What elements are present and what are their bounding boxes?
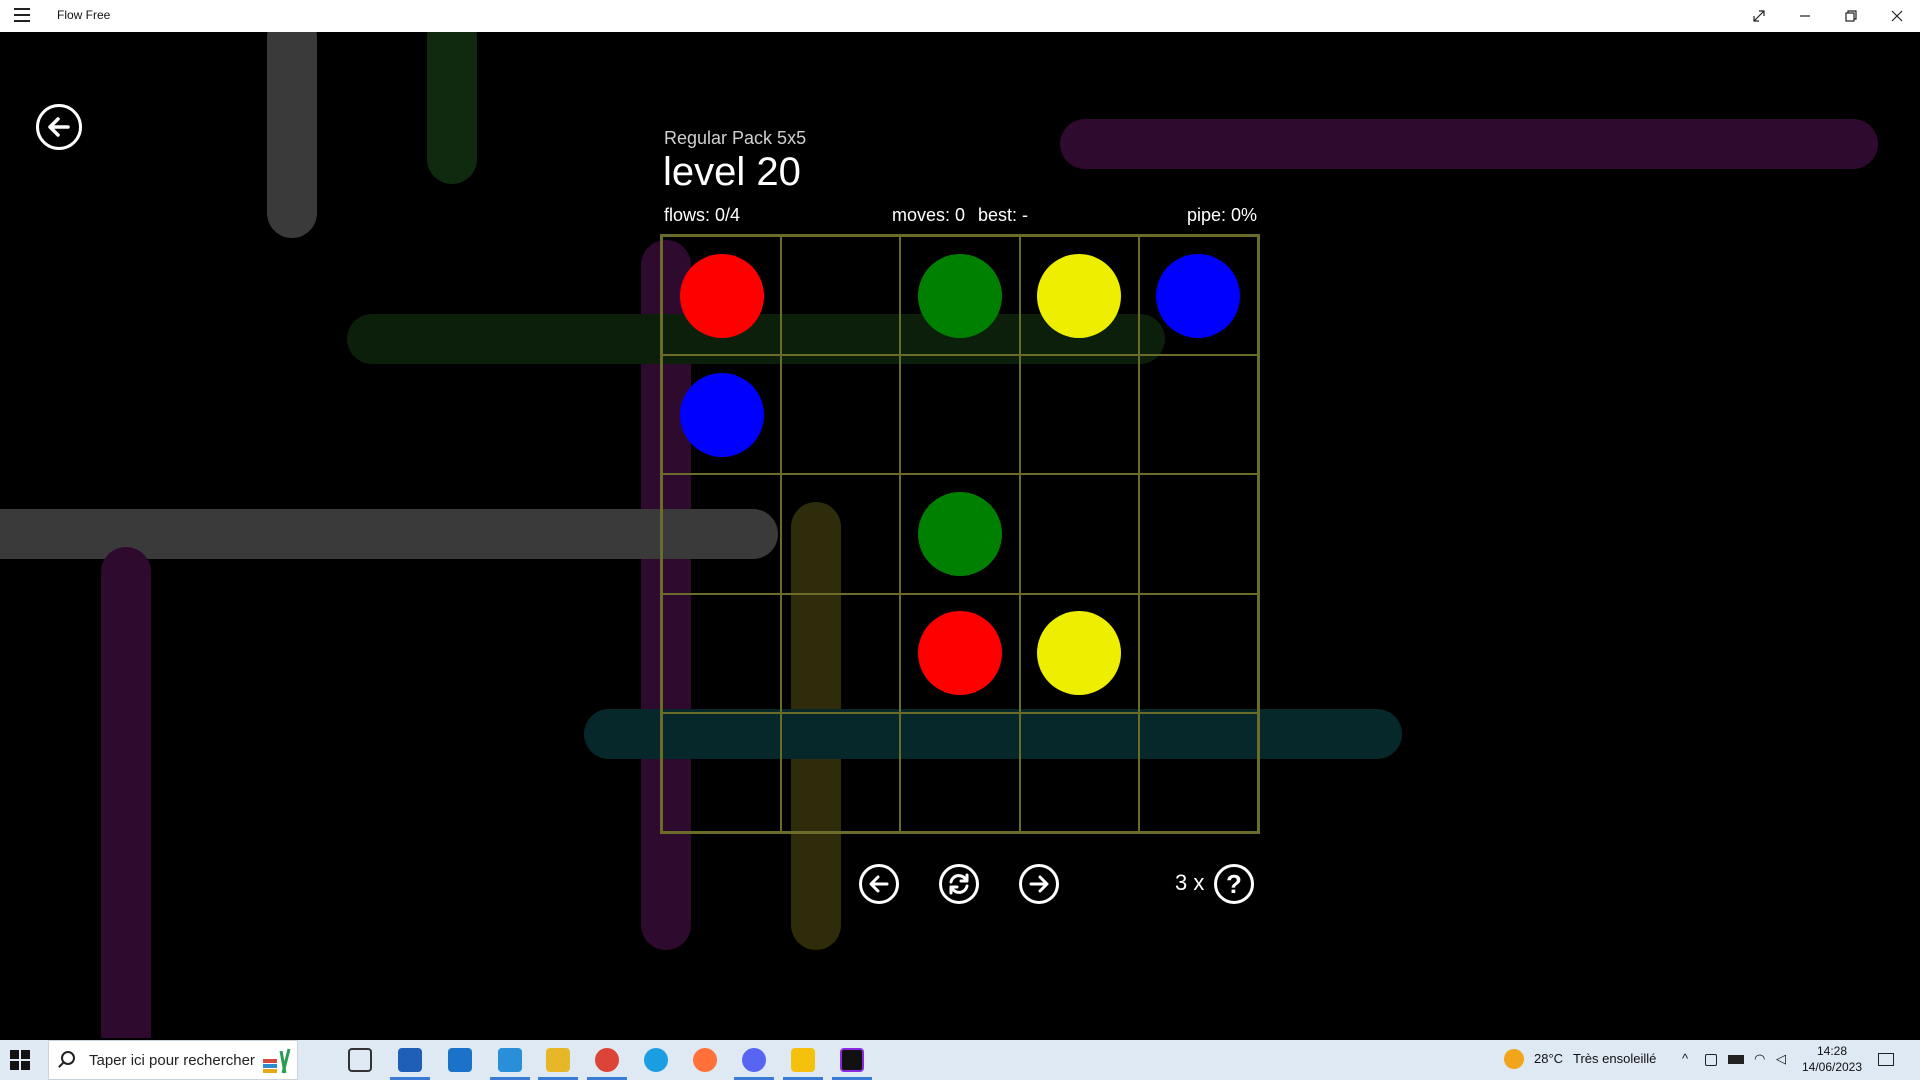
chrome-icon[interactable]: [595, 1048, 619, 1072]
volume-icon[interactable]: ◁: [1776, 1051, 1786, 1067]
search-placeholder: Taper ici pour rechercher: [89, 1052, 255, 1069]
expand-icon: [1753, 10, 1765, 22]
date: 14/06/2023: [1801, 1060, 1863, 1074]
board-cell[interactable]: [1019, 474, 1139, 594]
hints-count: 3 x: [1175, 870, 1205, 895]
board-cell[interactable]: [1019, 236, 1139, 356]
file-explorer-icon[interactable]: [546, 1048, 570, 1072]
previous-level-button[interactable]: [859, 864, 899, 904]
store-icon[interactable]: [398, 1048, 422, 1072]
search-icon: [61, 1051, 75, 1065]
yellow-endpoint-dot[interactable]: [1037, 611, 1122, 696]
board-cell[interactable]: [662, 355, 782, 475]
game-board[interactable]: [660, 234, 1260, 834]
restart-icon: [949, 873, 969, 895]
board-cell[interactable]: [1138, 474, 1258, 594]
arrow-left-icon: [869, 875, 889, 893]
board-cell[interactable]: [1138, 355, 1258, 475]
arrow-right-icon: [1029, 875, 1049, 893]
board-cell[interactable]: [1019, 712, 1139, 832]
firefox-icon[interactable]: [693, 1048, 717, 1072]
pack-name: Regular Pack 5x5: [664, 128, 807, 148]
vscode-icon[interactable]: [498, 1048, 522, 1072]
green-endpoint-dot[interactable]: [917, 491, 1002, 576]
board-cell[interactable]: [1138, 712, 1258, 832]
board-cell[interactable]: [662, 712, 782, 832]
weather-description[interactable]: Très ensoleillé: [1573, 1051, 1656, 1066]
board-cell[interactable]: [900, 474, 1020, 594]
board-cell[interactable]: [900, 712, 1020, 832]
blue-endpoint-dot[interactable]: [679, 372, 764, 457]
menu-icon[interactable]: [14, 8, 30, 22]
hint-button[interactable]: ?: [1214, 864, 1254, 904]
taskbar-search[interactable]: Taper ici pour rechercher: [48, 1040, 298, 1080]
close-icon: [1891, 10, 1903, 22]
board-cell[interactable]: [781, 474, 901, 594]
yellow-endpoint-dot[interactable]: [1037, 253, 1122, 338]
board-cell[interactable]: [781, 236, 901, 356]
search-highlight-icon: [263, 1048, 291, 1074]
moves-counter: moves: 0: [892, 205, 966, 225]
task-view-icon[interactable]: [348, 1048, 372, 1072]
board-cell[interactable]: [781, 712, 901, 832]
mail-icon[interactable]: [448, 1048, 472, 1072]
board-cell[interactable]: [1138, 236, 1258, 356]
board-cell[interactable]: [1138, 593, 1258, 713]
clock[interactable]: 14:28 14/06/2023: [1800, 1043, 1864, 1075]
background-pipe: [267, 32, 317, 238]
board-cell[interactable]: [781, 355, 901, 475]
minimize-icon: [1800, 15, 1810, 17]
app-title: Flow Free: [57, 8, 111, 22]
level-title: level 20: [663, 150, 801, 194]
restart-button[interactable]: [939, 864, 979, 904]
flow-free-icon[interactable]: [840, 1048, 864, 1072]
board-cell[interactable]: [1019, 593, 1139, 713]
game-area: Regular Pack 5x5 level 20 flows: 0/4 mov…: [0, 32, 1920, 1038]
maps-icon[interactable]: [791, 1048, 815, 1072]
battery-icon[interactable]: [1728, 1055, 1744, 1064]
board-cell[interactable]: [900, 355, 1020, 475]
pipe-percentage: pipe: 0%: [1187, 205, 1258, 225]
taskbar: Taper ici pour rechercher 28°C Très enso…: [0, 1040, 1920, 1080]
background-pipe: [1060, 119, 1878, 169]
board-cell[interactable]: [781, 593, 901, 713]
windows-start-icon[interactable]: [10, 1050, 30, 1070]
weather-icon[interactable]: [1504, 1049, 1524, 1069]
discord-icon[interactable]: [742, 1048, 766, 1072]
meet-now-icon[interactable]: [1705, 1054, 1717, 1066]
wifi-icon[interactable]: ◠: [1754, 1051, 1765, 1067]
best-score: best: -: [978, 205, 1029, 225]
board-cell[interactable]: [662, 236, 782, 356]
arrow-left-icon: [48, 117, 70, 137]
question-icon: ?: [1226, 868, 1242, 899]
title-bar: Flow Free: [0, 0, 1920, 32]
flows-counter: flows: 0/4: [664, 205, 741, 225]
chevron-up-icon[interactable]: ^: [1682, 1051, 1688, 1066]
red-endpoint-dot[interactable]: [679, 253, 764, 338]
background-pipe: [101, 547, 151, 1038]
fullscreen-button[interactable]: [1736, 0, 1782, 32]
restore-button[interactable]: [1828, 0, 1874, 32]
board-cell[interactable]: [1019, 355, 1139, 475]
back-button[interactable]: [36, 104, 82, 150]
minimize-button[interactable]: [1782, 0, 1828, 32]
board-cell[interactable]: [662, 474, 782, 594]
edge-icon[interactable]: [644, 1048, 668, 1072]
red-endpoint-dot[interactable]: [917, 611, 1002, 696]
board-cell[interactable]: [900, 593, 1020, 713]
board-cell[interactable]: [900, 236, 1020, 356]
background-pipe: [427, 32, 477, 184]
board-cell[interactable]: [662, 593, 782, 713]
restore-icon: [1845, 10, 1857, 22]
close-button[interactable]: [1874, 0, 1920, 32]
next-level-button[interactable]: [1019, 864, 1059, 904]
notifications-icon[interactable]: [1878, 1053, 1894, 1066]
green-endpoint-dot[interactable]: [917, 253, 1002, 338]
blue-endpoint-dot[interactable]: [1156, 253, 1241, 338]
weather-temperature[interactable]: 28°C: [1534, 1051, 1563, 1066]
time: 14:28: [1816, 1044, 1848, 1058]
